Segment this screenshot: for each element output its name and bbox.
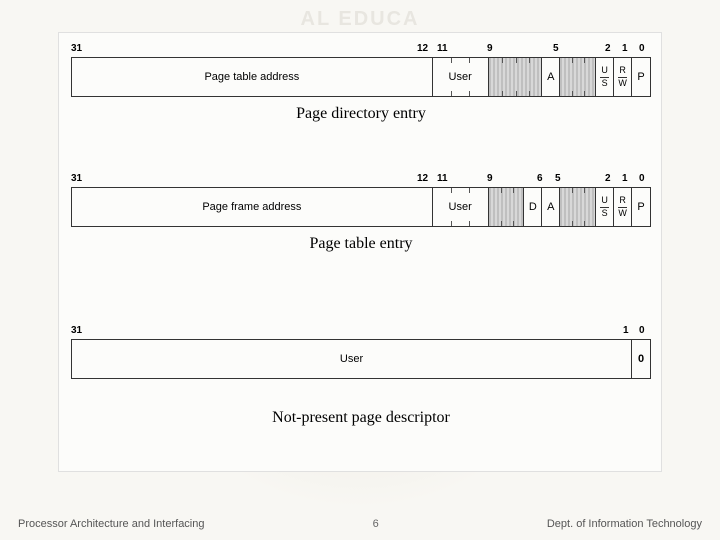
bit-0: 0	[639, 173, 645, 184]
field-RW: R W	[614, 58, 632, 96]
flag-R: R	[619, 196, 626, 206]
np-caption: Not-present page descriptor	[71, 409, 651, 427]
field-user: User	[433, 58, 489, 96]
flag-S: S	[602, 79, 608, 88]
field-US: U S	[596, 188, 614, 226]
field-page-frame-address: Page frame address	[72, 188, 433, 226]
field-P: P	[632, 58, 650, 96]
flag-U: U	[601, 66, 608, 76]
np-fields: User 0	[71, 339, 651, 379]
diagram-panel: 31 12 11 9 5 2 1 0 Page table address Us…	[58, 32, 662, 472]
bit-31: 31	[71, 43, 82, 54]
bit-6: 6	[537, 173, 543, 184]
page-number: 6	[373, 518, 379, 530]
footer-right: Dept. of Information Technology	[547, 518, 702, 530]
bit-31: 31	[71, 173, 82, 184]
field-P: P	[632, 188, 650, 226]
pte-fields: Page frame address User D A U S	[71, 187, 651, 227]
bit-5: 5	[553, 43, 559, 54]
watermark-text: AL EDUCA	[301, 8, 420, 31]
bit-9: 9	[487, 173, 493, 184]
pte-block: 31 12 11 9 6 5 2 1 0 Page frame address …	[71, 173, 651, 253]
np-bit-labels: 31 1 0	[71, 325, 651, 339]
flag-U: U	[601, 196, 608, 206]
field-user-label: User	[449, 201, 472, 213]
bit-1: 1	[622, 43, 628, 54]
pde-fields: Page table address User A U S R	[71, 57, 651, 97]
bit-0: 0	[639, 325, 645, 336]
bit-0: 0	[639, 43, 645, 54]
field-zero: 0	[632, 340, 650, 378]
bit-12: 12	[417, 43, 428, 54]
np-block: 31 1 0 User 0 Not-present page descripto…	[71, 325, 651, 427]
field-reserved-1	[489, 188, 525, 226]
field-reserved-2	[560, 188, 596, 226]
bit-31: 31	[71, 325, 82, 336]
field-user-label: User	[449, 71, 472, 83]
pde-caption: Page directory entry	[71, 105, 651, 123]
field-D: D	[524, 188, 542, 226]
field-user: User	[72, 340, 632, 378]
pte-bit-labels: 31 12 11 9 6 5 2 1 0	[71, 173, 651, 187]
flag-R: R	[619, 66, 626, 76]
pde-bit-labels: 31 12 11 9 5 2 1 0	[71, 43, 651, 57]
pte-caption: Page table entry	[71, 235, 651, 253]
flag-S: S	[602, 209, 608, 218]
field-page-table-address: Page table address	[72, 58, 433, 96]
field-reserved-2	[560, 58, 596, 96]
field-A: A	[542, 58, 560, 96]
field-A: A	[542, 188, 560, 226]
footer: Processor Architecture and Interfacing 6…	[0, 518, 720, 530]
bit-1: 1	[622, 173, 628, 184]
pde-block: 31 12 11 9 5 2 1 0 Page table address Us…	[71, 43, 651, 123]
flag-W: W	[618, 79, 627, 88]
field-reserved-1	[489, 58, 543, 96]
bit-2: 2	[605, 43, 611, 54]
bit-9: 9	[487, 43, 493, 54]
flag-W: W	[618, 209, 627, 218]
bit-2: 2	[605, 173, 611, 184]
bit-1: 1	[623, 325, 629, 336]
bit-11: 11	[437, 173, 448, 184]
field-US: U S	[596, 58, 614, 96]
bit-11: 11	[437, 43, 448, 54]
footer-left: Processor Architecture and Interfacing	[18, 518, 204, 530]
bit-12: 12	[417, 173, 428, 184]
bit-5: 5	[555, 173, 561, 184]
field-user: User	[433, 188, 489, 226]
field-RW: R W	[614, 188, 632, 226]
